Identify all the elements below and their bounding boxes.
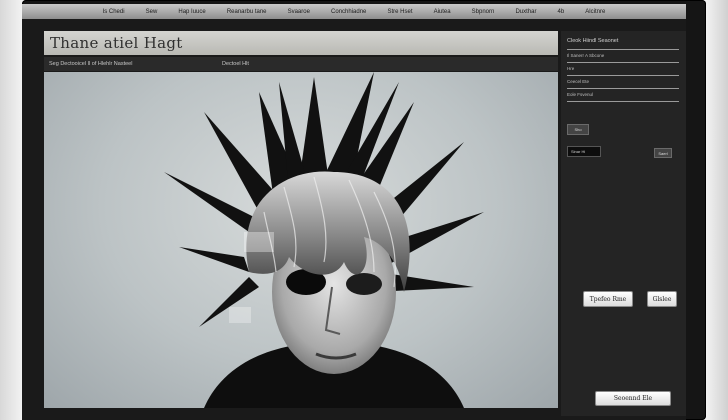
nav-item[interactable]: Svaaroe	[288, 9, 310, 15]
divider	[567, 75, 679, 76]
sidebar-line: Ceecel Ete	[567, 79, 590, 84]
nav-item[interactable]: Stre Hset	[387, 9, 412, 15]
input-field[interactable]: Sinar Hi	[567, 146, 601, 157]
nav-item[interactable]: Is Chedi	[103, 9, 125, 15]
portrait-illustration	[164, 72, 484, 408]
top-nav-bar: Is Chedi Sew Hap Iuuce Reanarbu tane Sva…	[22, 4, 686, 19]
sidebar-panel: Cleok Hiindl Seaonet Il Sanerr A Sbcone …	[561, 31, 686, 416]
divider	[567, 62, 679, 63]
divider	[567, 49, 679, 50]
sidebar-heading: Cleok Hiindl Seaonet	[567, 38, 619, 44]
sidebar-line: Hre	[567, 66, 575, 71]
nav-item[interactable]: Sew	[146, 9, 158, 15]
sidebar-line: Eole Fsvenul	[567, 92, 594, 97]
nav-item[interactable]: 4b	[558, 9, 565, 15]
nav-item[interactable]: Conchhiadne	[331, 9, 366, 15]
subtitle-bar: Seg Dectooicel Il of Hlehlr Nasteel Dect…	[44, 57, 558, 71]
divider	[567, 101, 679, 102]
subtitle-left: Seg Dectooicel Il of Hlehlr Nasteel	[49, 61, 133, 67]
nav-item[interactable]: Sbpnorn	[472, 9, 495, 15]
primary-button[interactable]: Tpefeo Rme	[583, 291, 633, 307]
field-button[interactable]: Saerl	[654, 148, 672, 158]
nav-item[interactable]: Hap Iuuce	[178, 9, 205, 15]
sidebar-line: Il Sanerr A Sbcone	[567, 53, 605, 58]
subtitle-right: Dectoel Hlt	[222, 61, 249, 67]
nav-item[interactable]: Reanarbu tane	[227, 9, 267, 15]
divider	[567, 88, 679, 89]
page-title-bar: Thane atiel Hagt	[44, 31, 558, 55]
nav-item[interactable]: Duxthar	[515, 9, 536, 15]
footer-button[interactable]: Seoennd Ele	[595, 391, 671, 406]
page-title: Thane atiel Hagt	[50, 34, 183, 52]
nav-item[interactable]: Aiutea	[434, 9, 451, 15]
small-button[interactable]: Sho	[567, 124, 589, 135]
nav-item[interactable]: Alcitnre	[585, 9, 605, 15]
secondary-button[interactable]: Glslee	[647, 291, 677, 307]
portrait-image	[44, 72, 558, 408]
